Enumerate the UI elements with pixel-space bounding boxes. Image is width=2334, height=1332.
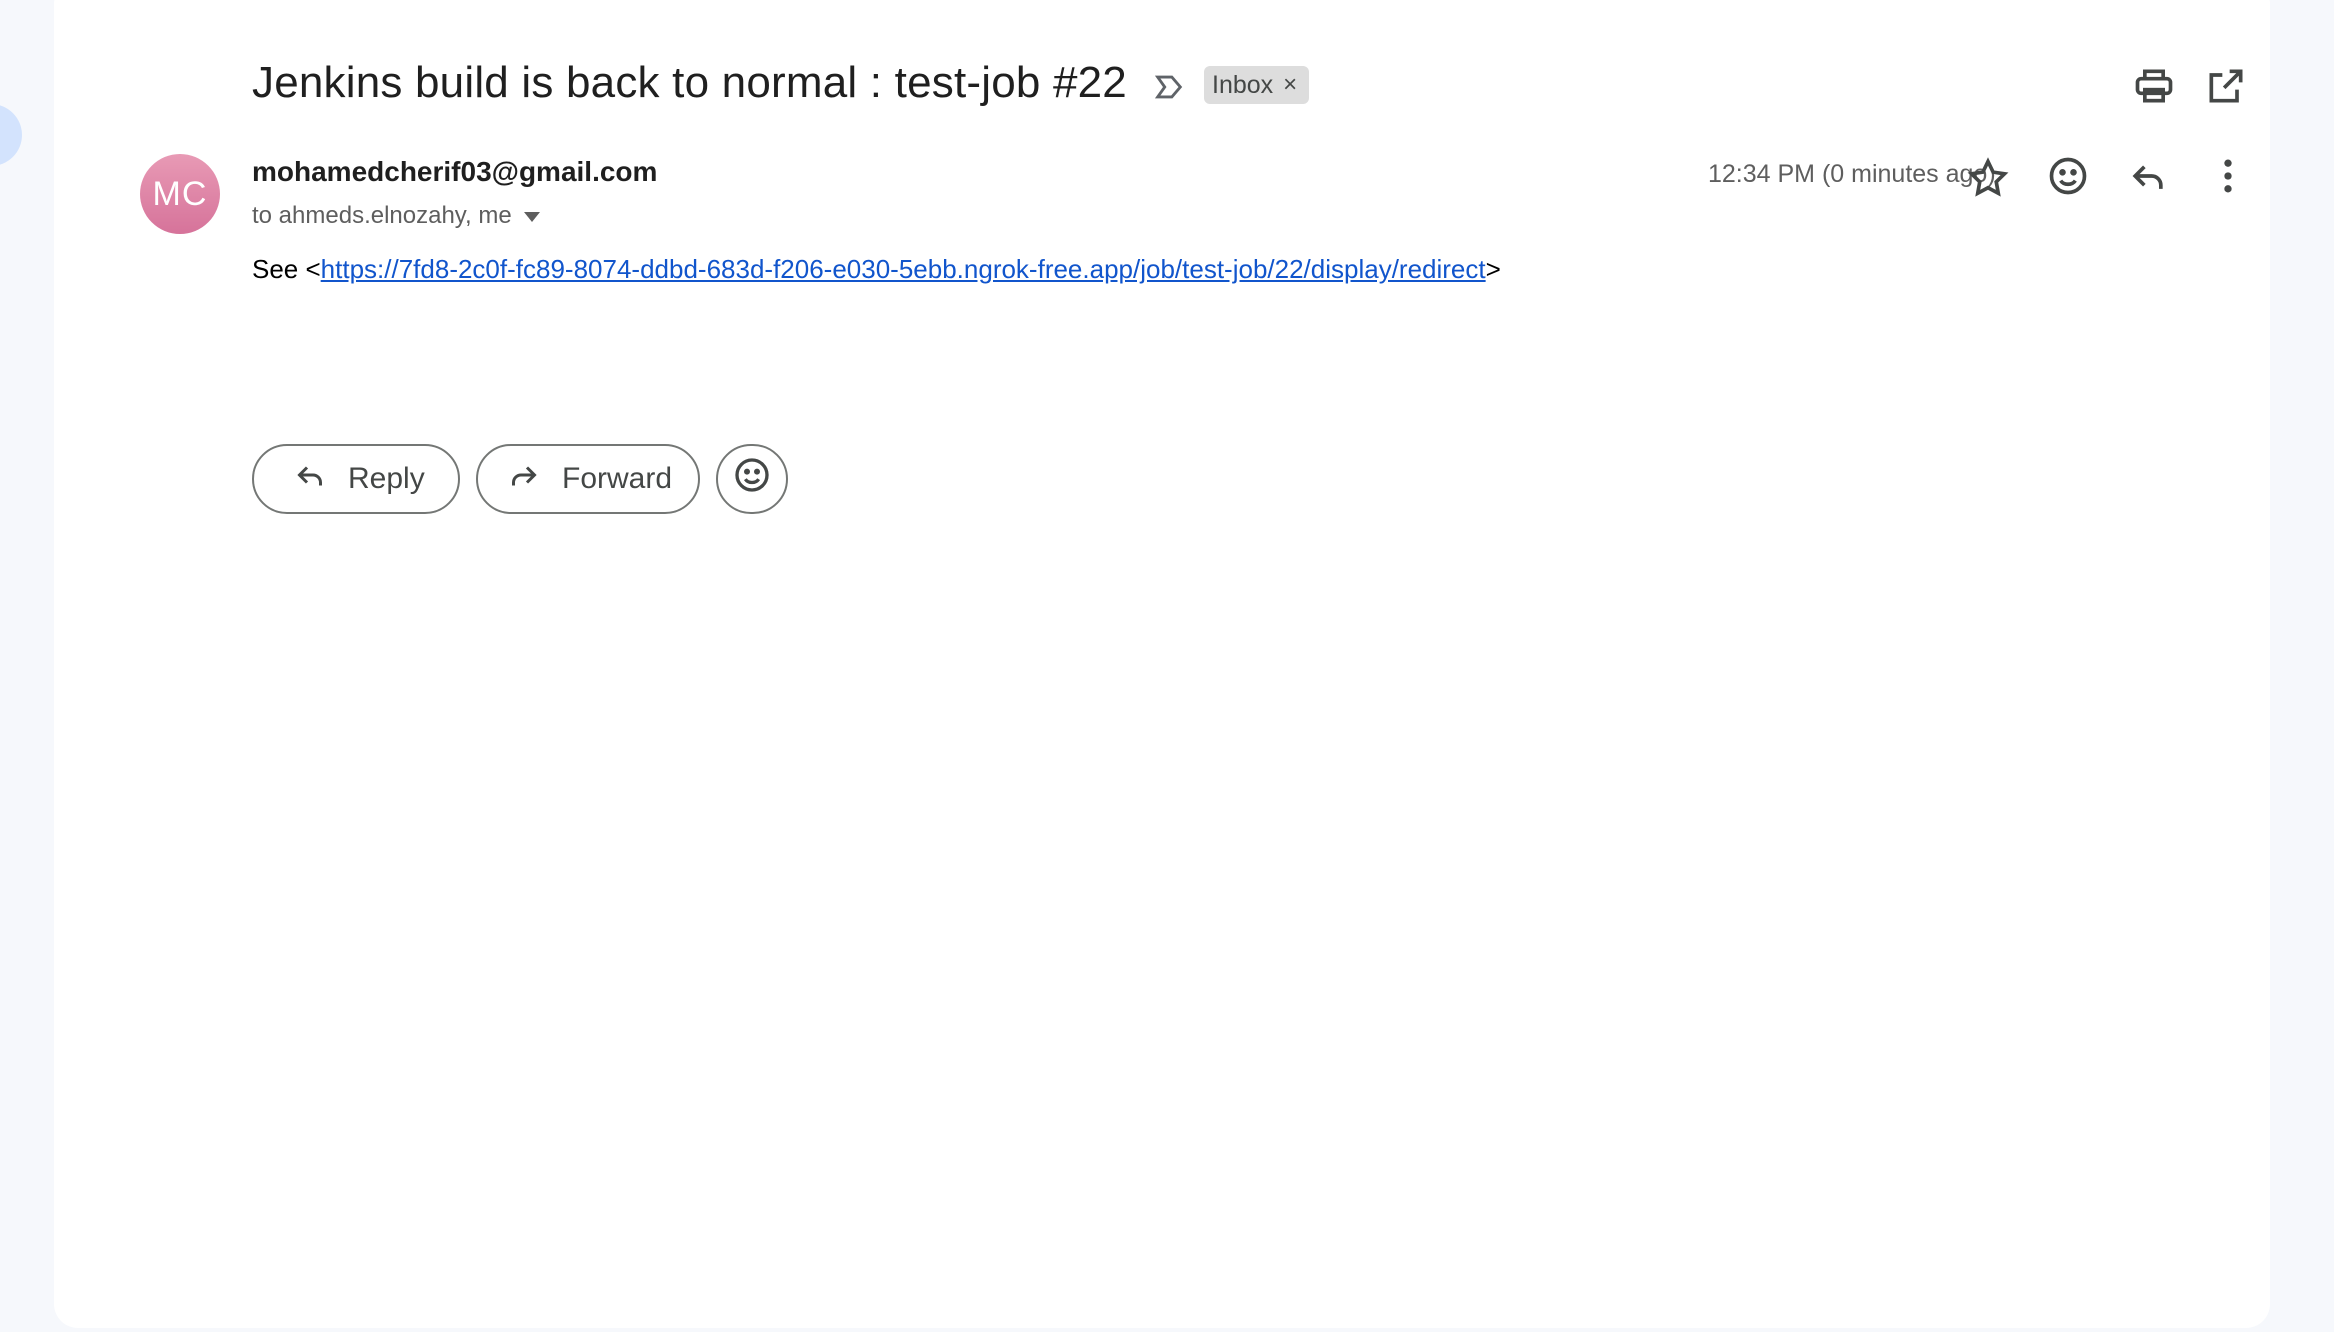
body-prefix: See < xyxy=(252,254,321,284)
open-in-new-window-icon[interactable] xyxy=(2204,64,2248,108)
inbox-label-chip: Inbox × xyxy=(1204,66,1310,104)
email-subject: Jenkins build is back to normal : test-j… xyxy=(252,58,1127,107)
forward-label: Forward xyxy=(562,462,673,495)
compose-fab-edge[interactable] xyxy=(0,104,22,166)
reply-label: Reply xyxy=(348,462,425,495)
importance-marker-icon[interactable] xyxy=(1152,70,1186,104)
forward-button[interactable]: Forward xyxy=(476,444,700,514)
print-icon[interactable] xyxy=(2132,64,2176,108)
sender-address[interactable]: mohamedcherif03@gmail.com xyxy=(252,156,657,188)
reply-button[interactable]: Reply xyxy=(252,444,460,514)
reply-icon[interactable] xyxy=(2126,154,2170,198)
avatar[interactable]: MC xyxy=(140,154,220,234)
emoji-reaction-button[interactable] xyxy=(716,444,788,514)
emoji-reaction-icon xyxy=(732,455,772,503)
more-vert-icon[interactable] xyxy=(2206,154,2250,198)
recipients-text: to ahmeds.elnozahy, me xyxy=(252,202,512,229)
recipients-line: to ahmeds.elnozahy, me xyxy=(252,202,540,230)
forward-arrow-icon xyxy=(506,457,542,501)
show-details-chevron-icon[interactable] xyxy=(523,212,540,222)
message-pane: Jenkins build is back to normal : test-j… xyxy=(54,0,2270,1328)
emoji-icon[interactable] xyxy=(2046,154,2090,198)
email-body: See <https://7fd8-2c0f-fc89-8074-ddbd-68… xyxy=(252,254,1501,285)
body-suffix: > xyxy=(1485,254,1501,284)
reply-arrow-icon xyxy=(292,457,328,501)
remove-label-icon[interactable]: × xyxy=(1283,73,1297,97)
star-icon[interactable] xyxy=(1966,156,2010,200)
body-link[interactable]: https://7fd8-2c0f-fc89-8074-ddbd-683d-f2… xyxy=(321,254,1486,284)
inbox-label-text: Inbox xyxy=(1212,70,1274,99)
timestamp: 12:34 PM (0 minutes ago) xyxy=(1708,160,1996,188)
